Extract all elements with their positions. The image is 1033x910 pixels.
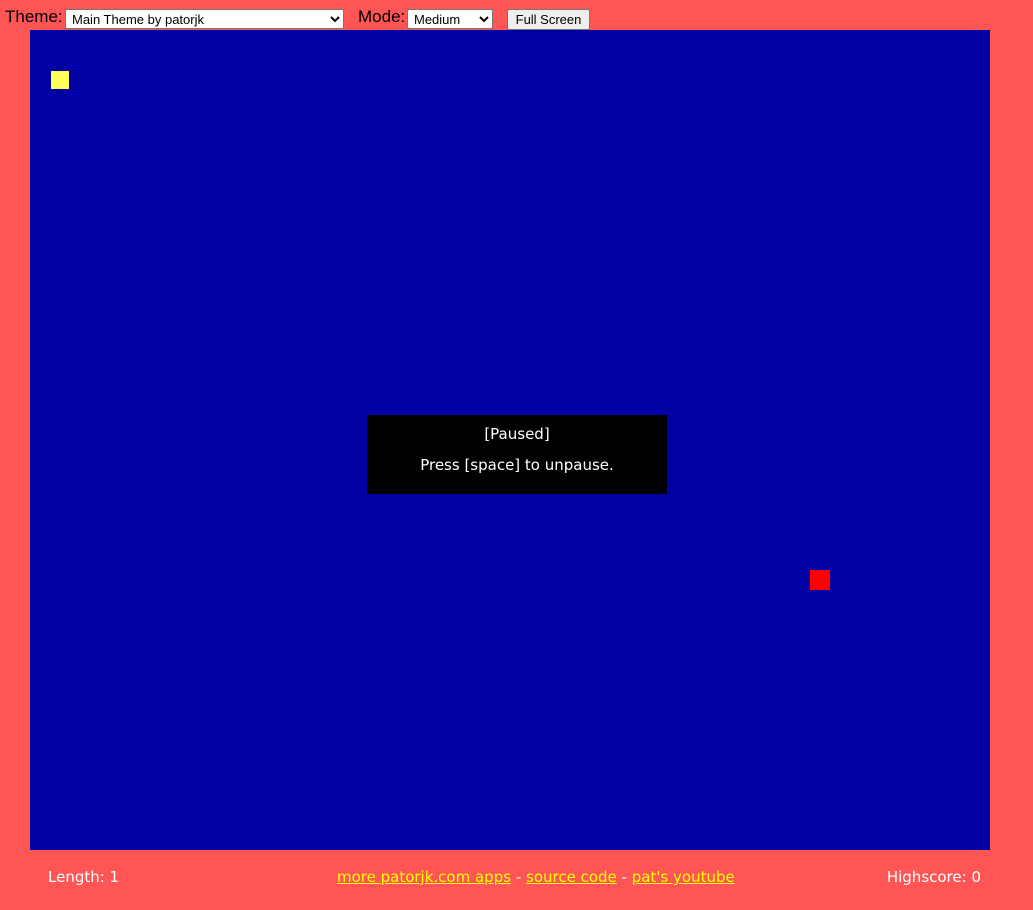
top-toolbar: Theme: Main Theme by patorjk Mode: Mediu…	[0, 0, 1033, 30]
footer-links: more patorjk.com apps - source code - pa…	[337, 868, 735, 886]
snake-head	[51, 71, 69, 89]
pause-title: [Paused]	[484, 425, 550, 443]
pause-hint: Press [space] to unpause.	[420, 456, 614, 474]
theme-select[interactable]: Main Theme by patorjk	[65, 9, 344, 29]
link-separator: -	[616, 868, 632, 886]
link-separator: -	[511, 868, 526, 886]
mode-label: Mode:	[358, 7, 406, 26]
youtube-link[interactable]: pat's youtube	[632, 868, 735, 886]
full-screen-button[interactable]: Full Screen	[507, 9, 590, 30]
pause-dialog: [Paused] Press [space] to unpause.	[367, 415, 667, 494]
footer: Length: 1 more patorjk.com apps - source…	[0, 866, 1033, 890]
mode-select[interactable]: Medium	[407, 9, 493, 29]
food-pellet	[810, 570, 830, 590]
more-apps-link[interactable]: more patorjk.com apps	[337, 868, 511, 886]
theme-label: Theme:	[5, 7, 63, 26]
source-code-link[interactable]: source code	[526, 868, 617, 886]
highscore-counter: Highscore: 0	[886, 868, 981, 886]
length-counter: Length: 1	[48, 868, 120, 886]
game-board[interactable]: [Paused] Press [space] to unpause.	[30, 30, 990, 850]
